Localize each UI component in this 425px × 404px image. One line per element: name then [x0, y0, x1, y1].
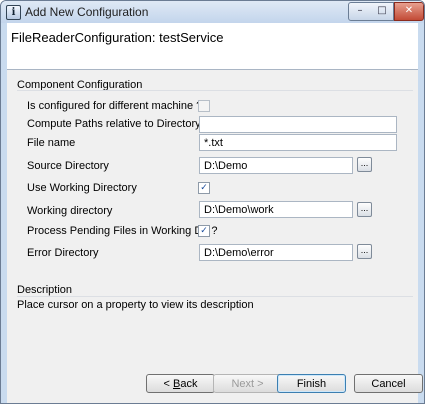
description-divider	[17, 296, 413, 297]
error-directory-input[interactable]: D:\Demo\error	[199, 244, 353, 261]
minimize-button[interactable]: –	[348, 2, 372, 21]
maximize-icon: □	[377, 5, 387, 16]
source-directory-browse-button[interactable]: ...	[357, 157, 372, 172]
error-directory-browse-button[interactable]: ...	[357, 244, 372, 259]
close-icon: ✕	[404, 5, 414, 16]
label-process-pending: Process Pending Files in Working Dir ?	[27, 225, 218, 237]
checkbox-process-pending[interactable]: ✓	[198, 225, 210, 237]
source-directory-input[interactable]: D:\Demo	[199, 157, 353, 174]
description-panel: Description Place cursor on a property t…	[7, 278, 418, 358]
dialog-window: i Add New Configuration – □ ✕ FileReader…	[0, 0, 425, 404]
close-button[interactable]: ✕	[394, 2, 424, 21]
label-compute-paths: Compute Paths relative to Directory:	[27, 118, 204, 130]
checkbox-different-machine[interactable]	[198, 100, 210, 112]
label-use-working-directory: Use Working Directory	[27, 182, 137, 194]
working-directory-browse-button[interactable]: ...	[357, 202, 372, 217]
next-button[interactable]: Next >	[213, 374, 282, 393]
finish-button[interactable]: Finish	[277, 374, 346, 393]
group-divider	[17, 90, 413, 91]
description-text: Place cursor on a property to view its d…	[17, 299, 254, 311]
back-rest: ack	[180, 378, 198, 390]
file-name-input[interactable]: *.txt	[199, 134, 397, 151]
label-file-name: File name	[27, 137, 76, 149]
app-config-icon: i	[6, 5, 21, 20]
working-directory-input[interactable]: D:\Demo\work	[199, 201, 353, 218]
back-button[interactable]: < Back	[146, 374, 215, 393]
back-prefix: <	[163, 378, 173, 390]
dialog-header: FileReaderConfiguration: testService	[7, 23, 418, 69]
maximize-button[interactable]: □	[371, 2, 394, 21]
description-title: Description	[17, 284, 73, 296]
label-error-directory: Error Directory	[27, 247, 99, 259]
button-bar: < Back Next > Finish Cancel	[7, 366, 423, 403]
window-title: Add New Configuration	[25, 5, 149, 19]
label-different-machine: Is configured for different machine ?	[27, 100, 203, 112]
minimize-icon: –	[357, 5, 363, 16]
configuration-title: FileReaderConfiguration: testService	[11, 30, 224, 45]
title-bar[interactable]: i Add New Configuration – □ ✕	[1, 1, 424, 23]
checkbox-use-working-directory[interactable]: ✓	[198, 182, 210, 194]
configuration-panel: Component Configuration Is configured fo…	[7, 69, 418, 366]
compute-paths-input[interactable]	[199, 116, 397, 133]
cancel-button[interactable]: Cancel	[354, 374, 423, 393]
label-source-directory: Source Directory	[27, 160, 109, 172]
label-working-directory: Working directory	[27, 205, 113, 217]
